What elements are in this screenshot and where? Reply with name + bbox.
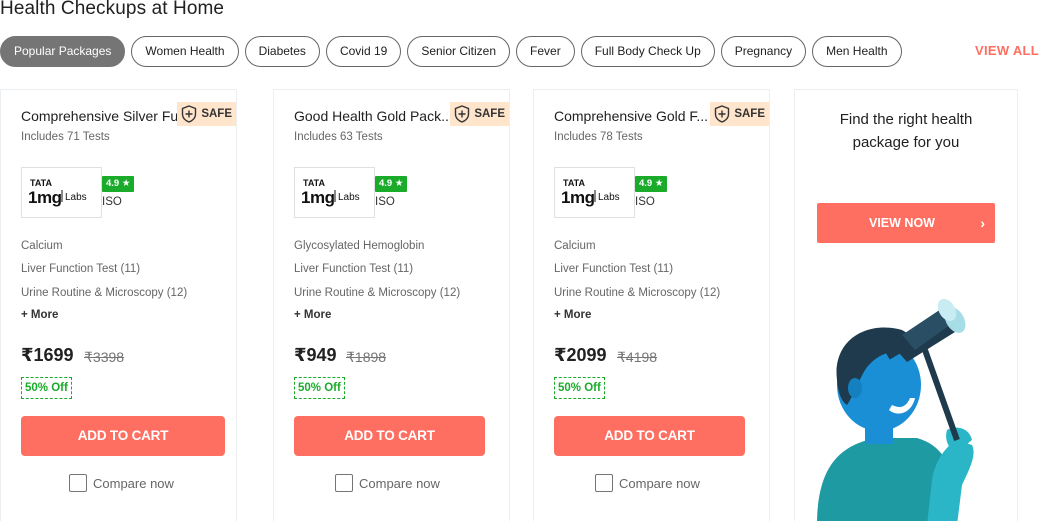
- add-to-cart-button[interactable]: ADD TO CART: [21, 416, 225, 456]
- add-to-cart-button[interactable]: ADD TO CART: [554, 416, 745, 456]
- chip-full-body-check-up[interactable]: Full Body Check Up: [580, 36, 715, 67]
- inclusion-item: Liver Function Test (11): [294, 263, 414, 275]
- package-title[interactable]: Comprehensive Silver Ful...: [21, 108, 193, 124]
- section-heading: Health Checkups at Home: [0, 0, 225, 19]
- safe-badge: SAFE: [450, 102, 509, 126]
- package-title[interactable]: Comprehensive Gold F...: [554, 108, 726, 124]
- compare-checkbox[interactable]: Compare now: [69, 474, 174, 492]
- package-card[interactable]: Comprehensive Gold F... SAFE Includes 78…: [533, 89, 770, 521]
- rating-badge: 4.9 ★: [375, 176, 408, 192]
- inclusion-item: Liver Function Test (11): [21, 263, 141, 275]
- safe-badge: SAFE: [177, 102, 236, 126]
- package-title[interactable]: Good Health Gold Pack...: [294, 108, 466, 124]
- rating-badge: 4.9 ★: [635, 176, 668, 192]
- logo-1mg: 1mg: [301, 188, 335, 207]
- chip-men-health[interactable]: Men Health: [812, 36, 902, 67]
- safe-label: SAFE: [734, 108, 765, 120]
- promo-card: Find the right health package for you VI…: [794, 89, 1018, 521]
- lab-logo: TATA 1mg Labs: [554, 167, 635, 218]
- safe-label: SAFE: [201, 108, 232, 120]
- inclusion-item: Calcium: [554, 240, 596, 252]
- tests-count: Includes 78 Tests: [554, 131, 643, 143]
- chip-women-health[interactable]: Women Health: [131, 36, 239, 67]
- inclusion-item: Urine Routine & Microscopy (12): [21, 287, 188, 299]
- tests-count: Includes 63 Tests: [294, 131, 383, 143]
- logo-labs: Labs: [65, 192, 87, 203]
- rating-badge: 4.9 ★: [102, 176, 135, 192]
- promo-line-2: package for you: [852, 134, 960, 151]
- shield-plus-icon: [455, 105, 470, 123]
- promo-text: Find the right health package for you: [795, 108, 1017, 154]
- logo-1mg: 1mg: [28, 188, 62, 207]
- compare-label: Compare now: [619, 475, 700, 491]
- price: ₹2099: [554, 345, 607, 365]
- inclusion-item: Liver Function Test (11): [554, 263, 674, 275]
- mrp-strikethrough: ₹3398: [84, 349, 125, 365]
- logo-tata: TATA: [30, 178, 52, 188]
- checkbox-icon[interactable]: [335, 474, 353, 492]
- discount-badge: 50% Off: [21, 377, 72, 399]
- tata-1mg-labs-logo: TATA 1mg Labs: [28, 178, 87, 207]
- mrp-strikethrough: ₹1898: [346, 349, 387, 365]
- shield-plus-icon: [715, 105, 730, 123]
- price: ₹949: [294, 345, 337, 365]
- view-now-button[interactable]: VIEW NOW ›: [817, 203, 995, 243]
- safe-label: SAFE: [474, 108, 505, 120]
- chip-covid-19[interactable]: Covid 19: [325, 36, 402, 67]
- chip-popular-packages[interactable]: Popular Packages: [0, 36, 126, 67]
- logo-tata: TATA: [563, 178, 585, 188]
- add-to-cart-button[interactable]: ADD TO CART: [294, 416, 485, 456]
- shield-plus-icon: [182, 105, 197, 123]
- tests-count: Includes 71 Tests: [21, 131, 110, 143]
- category-chips: Popular Packages Women Health Diabetes C…: [0, 36, 902, 67]
- chip-pregnancy[interactable]: Pregnancy: [720, 36, 807, 67]
- compare-checkbox[interactable]: Compare now: [335, 474, 440, 492]
- chip-senior-citizen[interactable]: Senior Citizen: [407, 36, 511, 67]
- compare-label: Compare now: [93, 475, 174, 491]
- inclusion-item: Urine Routine & Microscopy (12): [294, 287, 461, 299]
- package-card[interactable]: Comprehensive Silver Ful... SAFE Include…: [0, 89, 237, 521]
- iso-label: ISO: [635, 196, 655, 208]
- inclusion-item: Calcium: [21, 240, 63, 252]
- more-link[interactable]: + More: [554, 309, 591, 321]
- compare-label: Compare now: [359, 475, 440, 491]
- mrp-strikethrough: ₹4198: [617, 349, 658, 365]
- logo-1mg: 1mg: [561, 188, 595, 207]
- checkbox-icon[interactable]: [595, 474, 613, 492]
- tata-1mg-labs-logo: TATA 1mg Labs: [301, 178, 360, 207]
- safe-badge: SAFE: [710, 102, 769, 126]
- logo-tata: TATA: [303, 178, 325, 188]
- lab-logo: TATA 1mg Labs: [294, 167, 375, 218]
- more-link[interactable]: + More: [294, 309, 331, 321]
- chip-fever[interactable]: Fever: [516, 36, 575, 67]
- checkbox-icon[interactable]: [69, 474, 87, 492]
- logo-labs: Labs: [598, 192, 620, 203]
- chip-diabetes[interactable]: Diabetes: [244, 36, 320, 67]
- view-all-link[interactable]: VIEW ALL: [975, 43, 1039, 58]
- price: ₹1699: [21, 345, 74, 365]
- inclusion-item: Glycosylated Hemoglobin: [294, 240, 425, 252]
- more-link[interactable]: + More: [21, 309, 58, 321]
- compare-checkbox[interactable]: Compare now: [595, 474, 700, 492]
- lab-logo: TATA 1mg Labs: [21, 167, 102, 218]
- discount-badge: 50% Off: [294, 377, 345, 399]
- discount-badge: 50% Off: [554, 377, 605, 399]
- iso-label: ISO: [375, 196, 395, 208]
- package-card[interactable]: Good Health Gold Pack... SAFE Includes 6…: [273, 89, 510, 521]
- binoculars-person-illustration: [817, 298, 974, 521]
- view-now-label: VIEW NOW: [869, 216, 935, 230]
- chevron-right-icon: ›: [980, 215, 985, 231]
- tata-1mg-labs-logo: TATA 1mg Labs: [561, 178, 620, 207]
- promo-line-1: Find the right health: [839, 111, 973, 128]
- logo-labs: Labs: [338, 192, 360, 203]
- iso-label: ISO: [102, 196, 122, 208]
- inclusion-item: Urine Routine & Microscopy (12): [554, 287, 721, 299]
